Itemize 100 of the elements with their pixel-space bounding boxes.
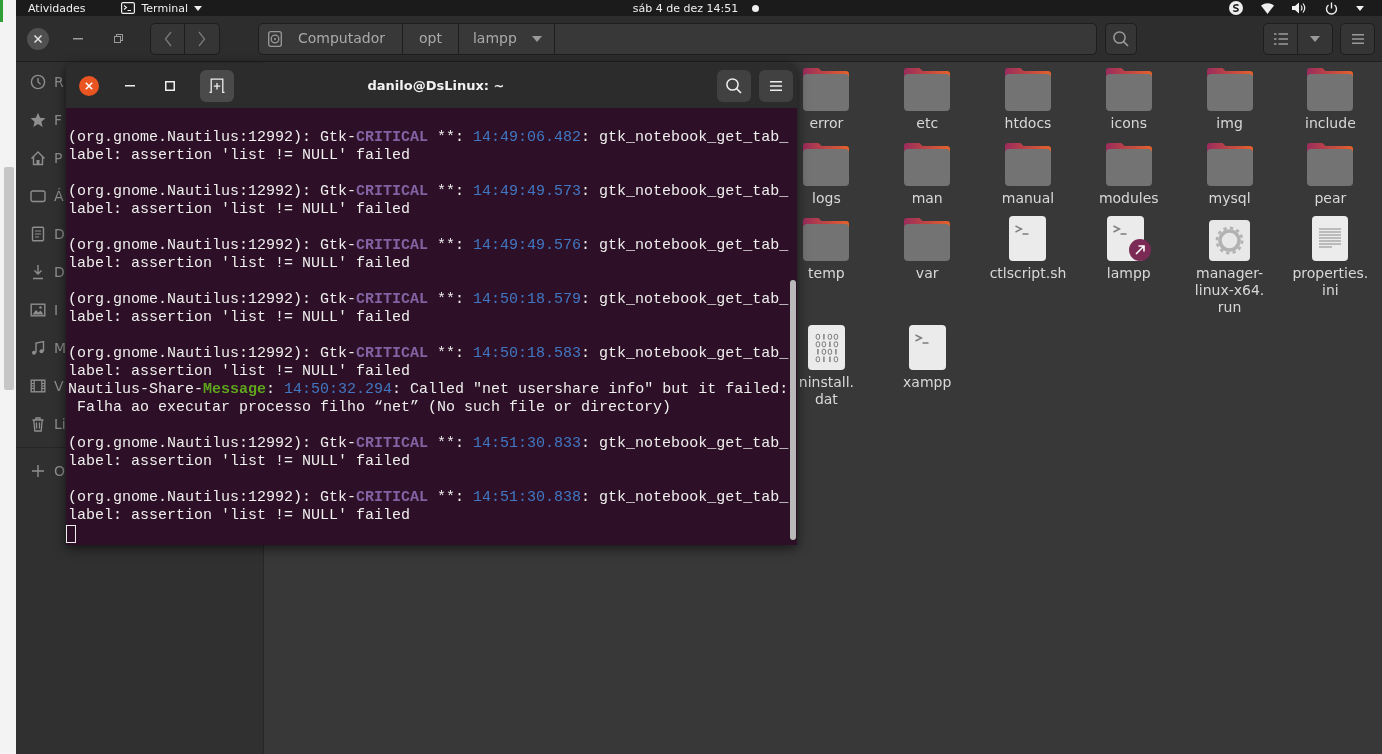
power-icon[interactable] xyxy=(1325,1,1338,15)
log-entry: (org.gnome.Nautilus:12992): Gtk-CRITICAL **: 14:50:18.579: gtk_notebook_get_tab_label: assertion 'list != NULL' failed xyxy=(68,291,790,327)
log-entry: (org.gnome.Nautilus:12992): Gtk-CRITICAL **: 14:49:49.576: gtk_notebook_get_tab_label: assertion 'list != NULL' failed xyxy=(68,237,790,273)
file-item[interactable]: pear xyxy=(1307,141,1354,207)
sidebar-item[interactable]: V xyxy=(30,367,64,405)
folder-icon xyxy=(1307,143,1354,186)
menu-icon xyxy=(770,80,782,91)
sidebar-item[interactable]: D xyxy=(30,215,65,253)
file-item[interactable]: lampp xyxy=(1106,216,1152,282)
caret-icon xyxy=(1310,35,1320,42)
close-icon xyxy=(27,27,49,50)
log-entry: (org.gnome.Nautilus:12992): Gtk-CRITICAL **: 14:51:30.833: gtk_notebook_get_tab_label: assertion 'list != NULL' failed xyxy=(68,435,790,471)
path-button[interactable]: opt xyxy=(403,23,459,54)
app-menu-button[interactable]: Terminal xyxy=(121,0,202,16)
path-button[interactable]: lampp xyxy=(458,23,555,54)
volume-icon[interactable] xyxy=(1292,2,1307,14)
text-cursor xyxy=(66,525,76,543)
folder-icon xyxy=(1105,143,1152,186)
terminal-icon xyxy=(121,2,136,14)
folder-icon xyxy=(803,143,850,186)
log-entry: (org.gnome.Nautilus:12992): Gtk-CRITICAL **: 14:49:49.573: gtk_notebook_get_tab_label: assertion 'list != NULL' failed xyxy=(68,183,790,219)
folder-icon xyxy=(1307,68,1354,111)
list-view-button[interactable] xyxy=(1263,22,1298,55)
plus-icon xyxy=(30,463,46,479)
sidebar-item[interactable]: I xyxy=(30,291,59,329)
log-entry: (org.gnome.Nautilus:12992): Gtk-CRITICAL **: 14:50:18.583: gtk_notebook_get_tab_label: assertion 'list != NULL' failed xyxy=(68,345,790,381)
file-item[interactable]: man xyxy=(904,141,951,207)
file-item[interactable]: icons xyxy=(1105,66,1152,132)
sidebar-item[interactable]: M xyxy=(30,329,67,367)
film-icon xyxy=(30,378,46,394)
sidebar-item[interactable]: R xyxy=(30,63,64,101)
new-tab-button[interactable] xyxy=(200,69,234,102)
screen-icon xyxy=(30,188,46,204)
document-icon xyxy=(30,226,46,242)
close-icon xyxy=(79,75,99,96)
wifi-icon[interactable] xyxy=(1261,2,1274,14)
folder-icon xyxy=(904,218,951,261)
folder-icon xyxy=(1005,143,1051,186)
menu-button[interactable] xyxy=(759,69,793,102)
caret-icon[interactable] xyxy=(1356,5,1364,11)
file-item[interactable]: img xyxy=(1206,66,1253,132)
sidebar-item[interactable]: P xyxy=(30,139,63,177)
list-icon xyxy=(1273,32,1288,45)
sidebar-item[interactable]: D xyxy=(30,253,65,291)
activities-button[interactable]: Atividades xyxy=(28,0,86,16)
forward-button[interactable] xyxy=(185,22,220,55)
view-options-button[interactable] xyxy=(1298,22,1333,55)
image-icon xyxy=(30,302,46,318)
file-item[interactable]: htdocs xyxy=(1004,66,1052,132)
trash-icon xyxy=(30,416,46,432)
back-button[interactable] xyxy=(150,22,185,55)
folder-icon xyxy=(1005,68,1051,111)
clock-button[interactable]: sáb 4 de dez 14:51 xyxy=(632,0,739,16)
folder-icon xyxy=(803,68,850,111)
file-item[interactable]: error xyxy=(803,66,850,132)
script-icon xyxy=(908,325,946,370)
close-button[interactable] xyxy=(79,75,99,96)
download-icon xyxy=(30,264,46,280)
folder-icon xyxy=(803,218,850,261)
folder-icon xyxy=(904,143,951,186)
file-item[interactable]: var xyxy=(904,216,951,282)
text-file-icon xyxy=(1312,216,1349,261)
tab-plus-icon xyxy=(209,78,225,93)
minimize-icon xyxy=(125,84,135,87)
caret-icon xyxy=(194,5,202,11)
file-item[interactable]: manager-linux-x64.run xyxy=(1194,216,1265,316)
folder-icon xyxy=(1105,68,1152,111)
file-item[interactable]: logs xyxy=(803,141,850,207)
notification-dot-icon xyxy=(752,4,760,12)
restore-icon xyxy=(113,34,123,43)
file-item[interactable]: manual xyxy=(1001,141,1055,207)
back-icon xyxy=(163,30,172,47)
star-icon xyxy=(30,112,46,128)
file-item[interactable]: modules xyxy=(1098,141,1159,207)
window-title: danilo@DsLinux: ~ xyxy=(367,77,505,94)
music-note-icon xyxy=(30,340,46,356)
minimize-icon xyxy=(73,37,83,40)
sidebar-item[interactable]: F xyxy=(30,101,63,139)
file-item[interactable]: mysql xyxy=(1206,141,1253,207)
search-button[interactable] xyxy=(717,69,751,102)
path-button[interactable]: Computador xyxy=(259,23,403,54)
file-item[interactable]: etc xyxy=(904,66,951,132)
window-edge xyxy=(0,0,3,22)
file-item[interactable]: xampp xyxy=(902,325,952,391)
menu-button[interactable] xyxy=(1340,22,1375,55)
folder-icon xyxy=(904,68,951,111)
file-item[interactable]: properties.ini xyxy=(1292,216,1369,299)
search-button[interactable] xyxy=(1105,22,1137,55)
round-app-icon[interactable] xyxy=(1229,1,1243,15)
sidebar-item[interactable]: Á xyxy=(30,177,64,215)
sidebar-item[interactable]: O xyxy=(30,452,66,490)
file-item[interactable]: temp xyxy=(803,216,850,282)
forward-icon xyxy=(198,30,206,47)
file-item[interactable]: ctlscript.sh xyxy=(989,216,1067,282)
file-item[interactable]: include xyxy=(1304,66,1357,132)
menu-icon xyxy=(1351,33,1364,44)
folder-icon xyxy=(1206,68,1253,111)
caret-icon xyxy=(531,35,542,42)
file-item[interactable]: ninstall.dat xyxy=(798,325,855,408)
folder-icon xyxy=(1206,143,1253,186)
